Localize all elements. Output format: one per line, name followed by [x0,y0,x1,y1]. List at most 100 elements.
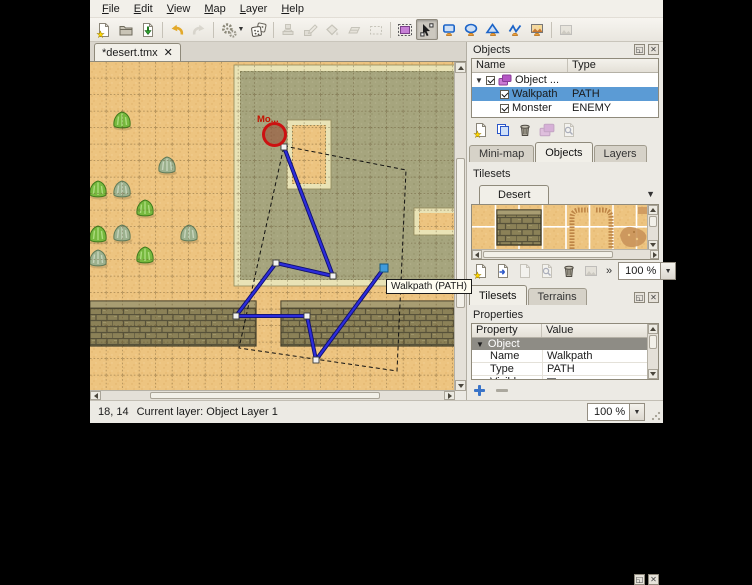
chevron-down-icon[interactable]: ▼ [660,263,675,279]
scroll-up-button[interactable] [648,205,658,215]
execute-commands-button[interactable]: ▼ [217,19,248,40]
expander-icon[interactable]: ▼ [476,340,484,349]
map-zoom-combo[interactable]: 100 % ▼ [587,403,645,421]
column-property[interactable]: Property [472,324,542,337]
map-canvas[interactable]: Mo... [90,62,455,391]
layer-visible-checkbox[interactable] [486,76,495,85]
menu-file[interactable]: File [95,2,127,16]
visible-checkbox[interactable] [547,378,556,381]
monster-row[interactable]: Monster ENEMY [472,101,658,115]
tab-desert-tmx[interactable]: *desert.tmx ✕ [94,43,181,61]
column-type[interactable]: Type [568,59,658,72]
close-dock-icon[interactable]: ✕ [648,292,659,303]
resize-grip[interactable] [651,411,661,421]
move-objects-button[interactable] [538,121,556,139]
insert-tile-object-button[interactable] [526,19,548,40]
scroll-left-button[interactable] [90,391,101,400]
bucket-fill-button[interactable] [321,19,343,40]
scroll-up-button[interactable] [648,324,658,334]
rectangular-select-button[interactable] [365,19,387,40]
object-layer-row[interactable]: ▼ Object ... [472,73,658,87]
tab-mini-map[interactable]: Mini-map [469,145,534,162]
float-dock-icon[interactable]: ◱ [634,574,645,585]
stamp-brush-button[interactable] [277,19,299,40]
eraser-button[interactable] [343,19,365,40]
float-dock-icon[interactable]: ◱ [634,44,645,55]
brick-tiles[interactable] [497,210,541,245]
new-map-button[interactable] [93,19,115,40]
undo-button[interactable] [166,19,188,40]
insert-polygon-button[interactable] [482,19,504,40]
scroll-up-button[interactable] [455,62,466,73]
properties-scrollbar[interactable] [647,324,658,379]
property-value[interactable] [542,376,647,380]
object-visible-checkbox[interactable] [500,90,509,99]
property-row-visible[interactable]: Visible [472,376,647,380]
object-visible-checkbox[interactable] [500,104,509,113]
walkpath-row[interactable]: Walkpath PATH [472,87,658,101]
float-dock-icon[interactable]: ◱ [634,292,645,303]
insert-rectangle-button[interactable] [438,19,460,40]
add-property-button[interactable] [473,384,486,397]
random-mode-button[interactable] [248,19,270,40]
scroll-thumb[interactable] [483,251,613,258]
map-horizontal-scrollbar[interactable] [90,390,455,400]
edit-terrain-button[interactable] [582,262,600,280]
menu-layer[interactable]: Layer [233,2,275,16]
open-file-button[interactable] [115,19,137,40]
property-value[interactable]: Walkpath [542,350,647,362]
close-tab-icon[interactable]: ✕ [164,46,173,59]
menu-map[interactable]: Map [197,2,232,16]
scroll-down-button[interactable] [455,380,466,391]
tileset-menu-arrow-icon[interactable]: ▼ [646,189,655,199]
expander-icon[interactable]: ▼ [475,76,483,85]
import-tileset-button[interactable] [494,262,512,280]
close-dock-icon[interactable]: ✕ [648,44,659,55]
tileset-tiles[interactable] [472,205,648,250]
chevron-down-icon[interactable]: ▼ [629,404,644,420]
scroll-right-button[interactable] [650,250,659,259]
column-name[interactable]: Name [472,59,568,72]
highlight-current-layer-button[interactable] [555,19,577,40]
property-value[interactable]: PATH [542,363,647,375]
insert-polyline-button[interactable] [504,19,526,40]
tileset-view[interactable] [471,204,659,260]
tileset-zoom-combo[interactable]: 100 % ▼ [618,262,676,280]
select-objects-button[interactable] [394,19,416,40]
toolbar-overflow-chevron[interactable]: » [606,265,612,277]
property-group-object[interactable]: ▼ Object [472,338,647,350]
object-properties-button[interactable] [560,121,578,139]
new-tileset-button[interactable] [472,262,490,280]
remove-tileset-button[interactable] [560,262,578,280]
tileset-vertical-scrollbar[interactable] [647,205,658,250]
duplicate-objects-button[interactable] [494,121,512,139]
scroll-thumb[interactable] [150,392,380,399]
scroll-right-button[interactable] [444,391,455,400]
add-object-button[interactable] [472,121,490,139]
tab-layers[interactable]: Layers [594,145,647,162]
menu-help[interactable]: Help [274,2,311,16]
menu-view[interactable]: View [160,2,198,16]
terrain-brush-button[interactable] [299,19,321,40]
tileset-horizontal-scrollbar[interactable] [472,249,659,259]
menu-edit[interactable]: Edit [127,2,160,16]
export-tileset-button[interactable] [516,262,534,280]
tab-desert-tileset[interactable]: Desert [479,185,549,204]
tab-terrains[interactable]: Terrains [528,288,587,305]
scroll-thumb[interactable] [649,335,657,349]
insert-ellipse-button[interactable] [460,19,482,40]
edit-polygons-button[interactable] [416,19,438,40]
selected-node[interactable] [380,264,388,272]
redo-button[interactable] [188,19,210,40]
tileset-properties-button[interactable] [538,262,556,280]
remove-property-button[interactable] [496,389,508,392]
property-row-type[interactable]: Type PATH [472,363,647,376]
save-file-button[interactable] [137,19,159,40]
close-dock-icon[interactable]: ✕ [648,574,659,585]
property-row-name[interactable]: Name Walkpath [472,350,647,363]
tab-tilesets[interactable]: Tilesets [469,285,527,305]
map-vertical-scrollbar[interactable] [454,62,466,391]
scroll-thumb[interactable] [649,216,657,227]
tab-objects[interactable]: Objects [535,142,592,162]
remove-objects-button[interactable] [516,121,534,139]
